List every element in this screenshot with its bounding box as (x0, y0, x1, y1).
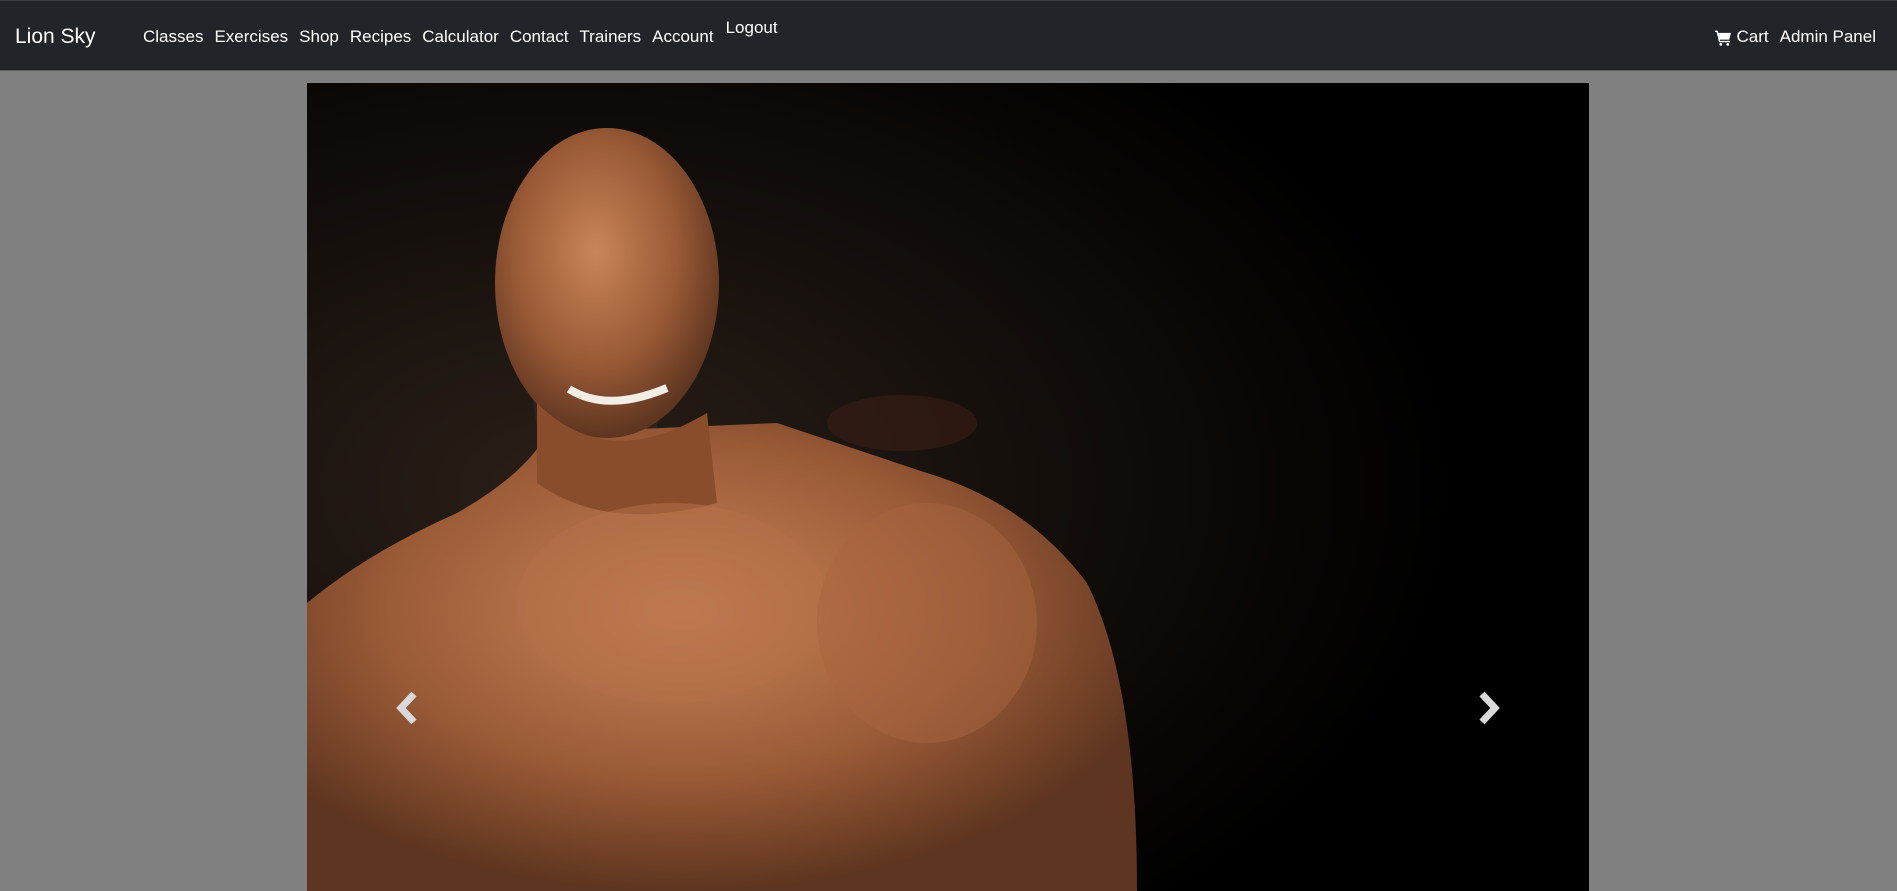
nav-link-shop[interactable]: Shop (299, 27, 339, 47)
chevron-left-icon (396, 691, 417, 725)
logout-link[interactable]: Logout (726, 18, 778, 38)
nav-link-classes[interactable]: Classes (143, 27, 203, 47)
carousel-prev-button[interactable] (377, 668, 437, 748)
cart-icon (1715, 30, 1732, 46)
carousel-next-button[interactable] (1459, 668, 1519, 748)
cart-link[interactable]: Cart (1715, 27, 1769, 47)
cart-label: Cart (1736, 27, 1769, 46)
nav-link-calculator[interactable]: Calculator (422, 27, 499, 47)
nav-right: Cart Admin Panel (1715, 27, 1876, 47)
nav-links: Classes Exercises Shop Recipes Calculato… (143, 18, 789, 47)
nav-link-recipes[interactable]: Recipes (350, 27, 411, 47)
brand-link[interactable]: Lion Sky (15, 25, 96, 49)
hero-carousel (307, 83, 1589, 891)
nav-link-trainers[interactable]: Trainers (579, 27, 641, 47)
top-navbar: Lion Sky Classes Exercises Shop Recipes … (0, 0, 1897, 71)
admin-panel-link[interactable]: Admin Panel (1780, 27, 1876, 47)
nav-link-contact[interactable]: Contact (510, 27, 569, 47)
nav-link-exercises[interactable]: Exercises (214, 27, 288, 47)
carousel-slide-image (307, 83, 1589, 891)
nav-link-account[interactable]: Account (652, 27, 713, 47)
chevron-right-icon (1479, 691, 1500, 725)
